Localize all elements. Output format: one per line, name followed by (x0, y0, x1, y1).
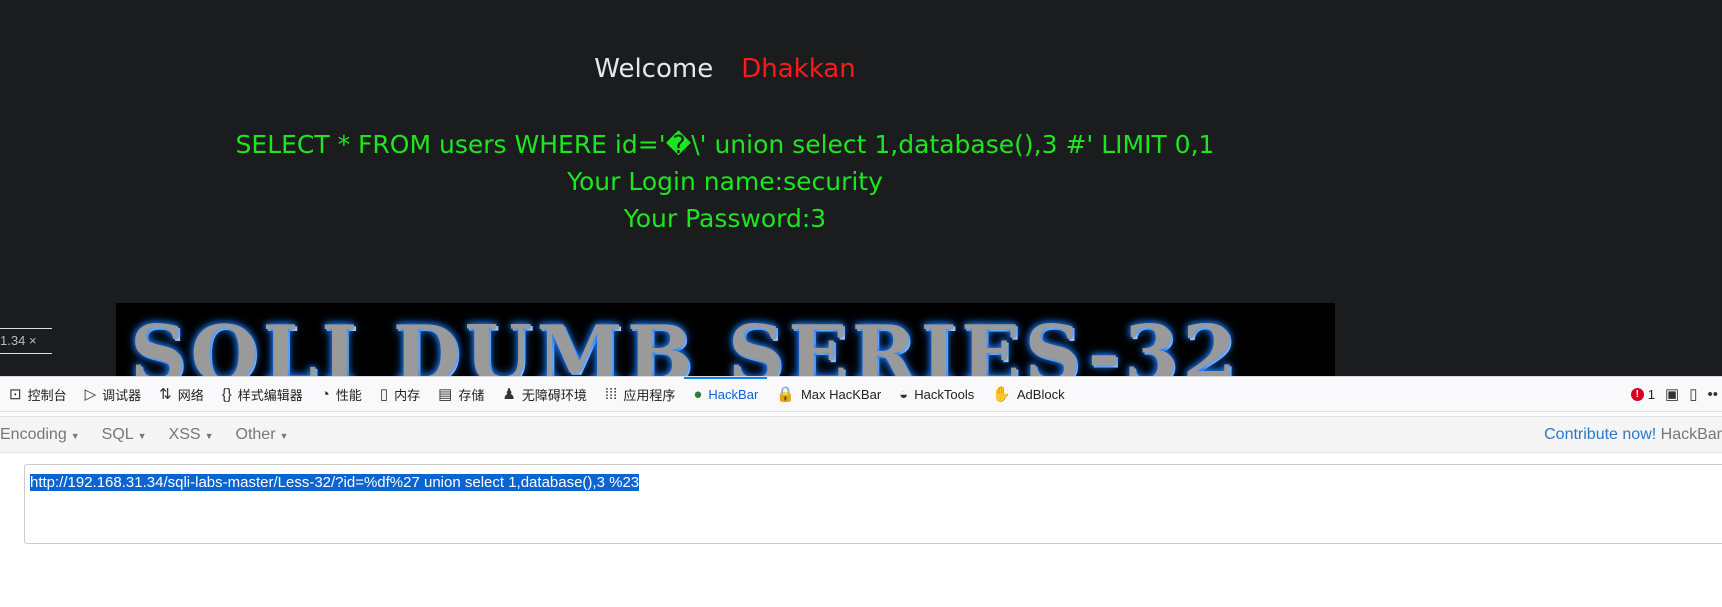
error-count-text: 1 (1647, 386, 1656, 402)
performance-icon: ◔ (320, 385, 330, 403)
tab-network[interactable]: ⇅ 网络 (150, 377, 213, 411)
network-icon: ⇅ (159, 386, 172, 403)
tab-storage[interactable]: ▤ 存储 (429, 377, 493, 411)
devtools-toolbar: ⊡ 控制台 ▷ 调试器 ⇅ 网络 {} 样式编辑器 ◔ 性能 ▯ 内存 ▤ 存储 ♟ 无障碍环境 ⁞⁞⁞ 应用程序… (0, 376, 1722, 412)
tab-label: 性能 (335, 387, 362, 403)
tab-style-editor[interactable]: {} 样式编辑器 (213, 377, 312, 411)
query-output: SELECT * FROM users WHERE id='�\' union … (0, 126, 1450, 237)
contribute-link[interactable]: Contribute now! (1544, 426, 1656, 443)
application-icon: ⁞⁞⁞ (604, 385, 618, 403)
storage-icon: ▤ (438, 386, 453, 403)
banner-image: SQLI DUMB SERIES-32 (116, 303, 1335, 376)
menu-xss[interactable]: XSS ▼ (158, 426, 225, 444)
tab-label: AdBlock (1016, 386, 1065, 402)
hacktools-icon: ◒ (899, 385, 909, 403)
caret-down-icon: ▼ (137, 430, 147, 441)
welcome-text: Welcome (594, 54, 714, 84)
tab-label: 调试器 (102, 387, 142, 403)
responsive-design-icon[interactable]: ▯ (1689, 385, 1697, 403)
menu-encoding[interactable]: Encoding ▼ (0, 426, 91, 444)
user-name: Dhakkan (741, 54, 856, 84)
banner-text: SQLI DUMB SERIES-32 (130, 309, 1241, 376)
tab-console[interactable]: ⊡ 控制台 (0, 377, 76, 411)
tab-label: 控制台 (27, 387, 67, 403)
tab-max-hackbar[interactable]: 🔒 Max HacKBar (767, 377, 890, 411)
caret-down-icon: ▼ (204, 430, 214, 441)
memory-icon: ▯ (379, 386, 389, 403)
max-hackbar-icon: 🔒 (776, 386, 795, 403)
url-textarea[interactable]: http://192.168.31.34/sqli-labs-master/Le… (24, 464, 1722, 544)
style-editor-icon: {} (221, 385, 232, 403)
tab-adblock[interactable]: ✋ AdBlock (983, 377, 1073, 411)
tab-performance[interactable]: ◔ 性能 (312, 377, 371, 411)
tab-label: 存储 (458, 387, 485, 403)
web-page: Welcome Dhakkan SELECT * FROM users WHERE… (0, 0, 1722, 376)
menu-other[interactable]: Other ▼ (225, 426, 300, 444)
hackbar-icon: ● (693, 385, 703, 403)
url-tab-text: 1.34 (0, 333, 26, 348)
error-icon: ! (1630, 387, 1644, 401)
tab-label: 内存 (394, 387, 421, 403)
tab-label: 无障碍环境 (521, 387, 587, 403)
close-icon[interactable]: × (29, 333, 37, 348)
tab-label: Max HacKBar (800, 386, 882, 402)
tab-label: HackBar (708, 386, 759, 402)
password: Your Password:3 (623, 204, 827, 233)
tab-memory[interactable]: ▯ 内存 (371, 377, 429, 411)
debugger-icon: ▷ (84, 386, 97, 403)
tab-debugger[interactable]: ▷ 调试器 (76, 377, 151, 411)
tab-label: 网络 (177, 387, 204, 403)
error-count[interactable]: ! 1 (1630, 386, 1656, 402)
tab-hacktools[interactable]: ◒ HackTools (890, 377, 983, 411)
login-name: Your Login name:security (567, 167, 883, 196)
dock-layout-icon[interactable]: ▣ (1665, 385, 1679, 403)
sql-query: SELECT * FROM users WHERE id='�\' union … (235, 130, 1215, 159)
tab-application[interactable]: ⁞⁞⁞ 应用程序 (596, 377, 685, 411)
url-text: http://192.168.31.34/sqli-labs-master/Le… (30, 474, 640, 491)
tab-label: 应用程序 (623, 387, 676, 403)
tab-label: HackTools (914, 386, 975, 402)
hackbar-brand: HackBar (1660, 426, 1722, 443)
welcome-line: Welcome Dhakkan (0, 54, 1450, 84)
tab-hackbar[interactable]: ● HackBar (684, 377, 768, 411)
accessibility-icon: ♟ (502, 386, 516, 403)
tab-label: 样式编辑器 (237, 387, 303, 403)
adblock-icon: ✋ (992, 386, 1011, 403)
menu-sql[interactable]: SQL ▼ (91, 426, 158, 444)
hackbar-menu: Encoding ▼ SQL ▼ XSS ▼ Other ▼ Contribute no… (0, 416, 1722, 453)
tab-accessibility[interactable]: ♟ 无障碍环境 (493, 377, 595, 411)
console-icon: ⊡ (9, 386, 22, 403)
more-icon[interactable]: •• (1707, 386, 1718, 403)
caret-down-icon: ▼ (279, 430, 289, 441)
caret-down-icon: ▼ (70, 430, 80, 441)
url-tab[interactable]: 1.34 × (0, 328, 52, 354)
